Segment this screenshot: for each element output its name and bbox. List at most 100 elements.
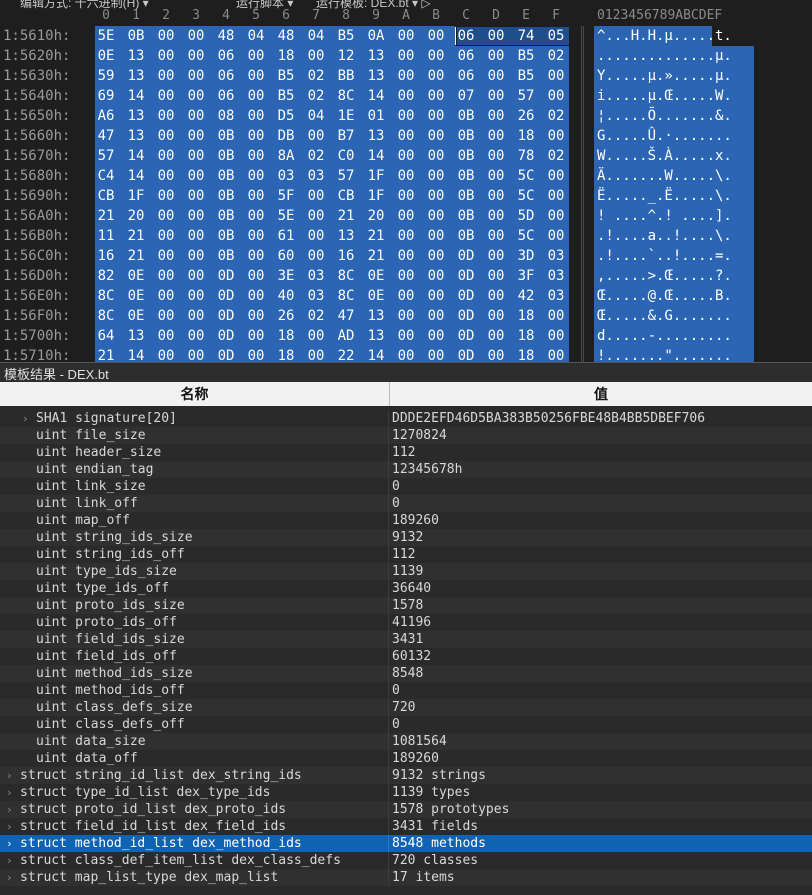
hex-byte[interactable]: 14: [124, 346, 148, 362]
ascii-text[interactable]: .!....`..!....=.: [597, 246, 732, 266]
hex-byte[interactable]: C0: [334, 146, 358, 166]
hex-byte[interactable]: 00: [484, 346, 508, 362]
hex-byte[interactable]: 08: [214, 106, 238, 126]
hex-byte[interactable]: 0B: [214, 166, 238, 186]
hex-byte[interactable]: 00: [544, 126, 568, 146]
hex-byte[interactable]: 18: [514, 126, 538, 146]
hex-byte[interactable]: 00: [244, 206, 268, 226]
hex-byte[interactable]: 00: [484, 46, 508, 66]
hex-byte[interactable]: 00: [244, 266, 268, 286]
hex-byte[interactable]: 06: [454, 26, 478, 46]
hex-byte[interactable]: 00: [394, 66, 418, 86]
hex-row[interactable]: 1:5700h: 64 13 00 00 0D 00 18 00 AD 13 00 00 0D 00 18 00…: [0, 326, 812, 346]
expand-chevron-icon[interactable]: ›: [6, 818, 13, 835]
hex-byte[interactable]: 18: [514, 306, 538, 326]
expand-chevron-icon[interactable]: ›: [22, 410, 29, 427]
hex-byte[interactable]: B7: [334, 126, 358, 146]
hex-row[interactable]: 1:5710h: 21 14 00 00 0D 00 18 00 22 14 00 00 0D 00 18 00…: [0, 346, 812, 362]
hex-byte[interactable]: 00: [184, 206, 208, 226]
hex-byte[interactable]: 0B: [214, 126, 238, 146]
hex-byte[interactable]: 0E: [364, 286, 388, 306]
template-row[interactable]: › struct class_def_item_list dex_class_de…: [0, 852, 812, 869]
hex-byte[interactable]: 00: [394, 126, 418, 146]
hex-editor-pane[interactable]: 编辑方式: 十六进制(H) ▾ 运行脚本 ▾ 运行模板: DEX.bt ▾ ▷ …: [0, 0, 812, 362]
ascii-text[interactable]: Œ.....&.G.......: [597, 306, 732, 326]
column-header-name[interactable]: 名称: [0, 382, 390, 406]
expand-chevron-icon[interactable]: ›: [6, 852, 13, 869]
hex-byte[interactable]: 00: [154, 306, 178, 326]
hex-byte[interactable]: 06: [454, 66, 478, 86]
hex-byte[interactable]: 03: [274, 166, 298, 186]
hex-row[interactable]: 1:5620h: 0E 13 00 00 06 00 18 00 12 13 00 00 06 00 B5 02…: [0, 46, 812, 66]
hex-byte[interactable]: 00: [424, 106, 448, 126]
template-row[interactable]: uint field_ids_off 60132: [0, 648, 812, 665]
hex-byte[interactable]: 21: [124, 246, 148, 266]
hex-byte[interactable]: 16: [94, 246, 118, 266]
hex-byte[interactable]: 0D: [214, 266, 238, 286]
hex-byte[interactable]: B5: [514, 66, 538, 86]
hex-byte[interactable]: 00: [304, 206, 328, 226]
hex-byte[interactable]: 0D: [214, 306, 238, 326]
template-row[interactable]: uint class_defs_off 0: [0, 716, 812, 733]
hex-byte[interactable]: 18: [274, 326, 298, 346]
expand-chevron-icon[interactable]: ›: [6, 784, 13, 801]
hex-byte[interactable]: 00: [244, 46, 268, 66]
hex-byte[interactable]: 0B: [454, 226, 478, 246]
ascii-text[interactable]: Œ.....@.Œ.....B.: [597, 286, 732, 306]
hex-byte[interactable]: 00: [244, 146, 268, 166]
hex-byte[interactable]: 00: [394, 206, 418, 226]
hex-byte[interactable]: 40: [274, 286, 298, 306]
hex-byte[interactable]: 00: [244, 286, 268, 306]
hex-byte[interactable]: 12: [334, 46, 358, 66]
hex-byte[interactable]: 06: [214, 46, 238, 66]
hex-byte[interactable]: 22: [334, 346, 358, 362]
hex-byte[interactable]: 00: [244, 166, 268, 186]
hex-byte[interactable]: 00: [154, 326, 178, 346]
hex-byte[interactable]: 00: [424, 306, 448, 326]
hex-byte[interactable]: 00: [484, 326, 508, 346]
hex-row[interactable]: 1:56C0h: 16 21 00 00 0B 00 60 00 16 21 00 00 0D 00 3D 03…: [0, 246, 812, 266]
hex-byte[interactable]: 07: [454, 86, 478, 106]
hex-byte[interactable]: 13: [364, 326, 388, 346]
hex-byte[interactable]: C4: [94, 166, 118, 186]
hex-byte[interactable]: 00: [544, 346, 568, 362]
hex-byte[interactable]: 00: [394, 346, 418, 362]
hex-byte[interactable]: 04: [304, 106, 328, 126]
expand-chevron-icon[interactable]: ›: [6, 869, 13, 886]
hex-byte[interactable]: 0D: [214, 286, 238, 306]
hex-byte[interactable]: 00: [244, 326, 268, 346]
hex-byte[interactable]: 42: [514, 286, 538, 306]
hex-byte[interactable]: 0B: [454, 186, 478, 206]
hex-byte[interactable]: 0B: [124, 26, 148, 46]
hex-byte[interactable]: 03: [544, 246, 568, 266]
hex-byte[interactable]: D5: [274, 106, 298, 126]
template-row[interactable]: uint string_ids_off 112: [0, 546, 812, 563]
hex-byte[interactable]: 0D: [214, 346, 238, 362]
hex-byte[interactable]: 00: [394, 246, 418, 266]
hex-byte[interactable]: 8C: [94, 306, 118, 326]
hex-byte[interactable]: 47: [94, 126, 118, 146]
hex-row[interactable]: 1:5650h: A6 13 00 00 08 00 D5 04 1E 01 00 00 0B 00 26 02…: [0, 106, 812, 126]
hex-byte[interactable]: 0E: [94, 46, 118, 66]
hex-byte[interactable]: 14: [124, 166, 148, 186]
hex-byte[interactable]: 14: [364, 146, 388, 166]
hex-byte[interactable]: 00: [184, 46, 208, 66]
hex-byte[interactable]: 13: [364, 306, 388, 326]
hex-byte[interactable]: 00: [394, 166, 418, 186]
hex-byte[interactable]: 03: [544, 286, 568, 306]
hex-byte[interactable]: 0B: [214, 146, 238, 166]
hex-byte[interactable]: 00: [544, 66, 568, 86]
hex-byte[interactable]: 02: [304, 146, 328, 166]
hex-byte[interactable]: 00: [184, 66, 208, 86]
ascii-text[interactable]: !.......".......: [597, 346, 732, 362]
hex-byte[interactable]: B5: [274, 66, 298, 86]
expand-chevron-icon[interactable]: ›: [6, 767, 13, 784]
hex-byte[interactable]: 00: [304, 46, 328, 66]
hex-byte[interactable]: 3F: [514, 266, 538, 286]
hex-byte[interactable]: 26: [514, 106, 538, 126]
hex-byte[interactable]: 00: [184, 106, 208, 126]
hex-byte[interactable]: 00: [394, 46, 418, 66]
hex-row[interactable]: 1:5610h: 5E 0B 00 00 48 04 48 04 B5 0A 00 00 06 00 74 05…: [0, 26, 812, 46]
hex-byte[interactable]: 00: [484, 106, 508, 126]
hex-byte[interactable]: 06: [214, 86, 238, 106]
